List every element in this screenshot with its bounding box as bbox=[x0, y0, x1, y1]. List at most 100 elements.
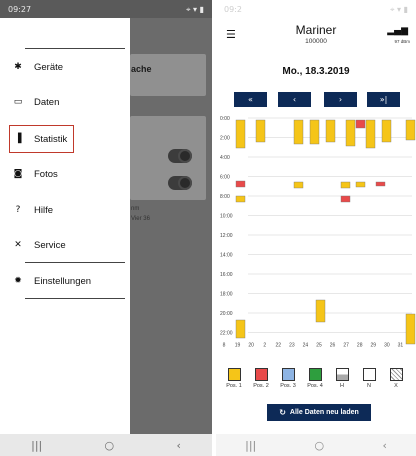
date-label: Mo., 18.3.2019 bbox=[282, 66, 350, 77]
legend-item: Pos. 3 bbox=[276, 368, 300, 389]
camera-icon: ◙ bbox=[13, 169, 23, 179]
day-label: 31 bbox=[398, 343, 404, 349]
status-bar: 09:2 ⌖ ▾ ▮ bbox=[216, 0, 416, 18]
drawer-item-einstellungen[interactable]: ✹ Einstellungen bbox=[10, 270, 91, 292]
left-phone-screen: 09:27 ⌖ ▾ ▮ ache nm Vier 36 ✱ Geräte ▭ D… bbox=[0, 0, 212, 456]
legend-swatch bbox=[362, 368, 376, 381]
time-label: 20:00 bbox=[220, 311, 233, 317]
drawer-item-hilfe[interactable]: ? Hilfe bbox=[10, 199, 53, 221]
time-label: 0:00 bbox=[220, 116, 230, 122]
background-card-title: ache bbox=[131, 64, 152, 74]
schedule-bar bbox=[293, 119, 304, 145]
day-label: 25 bbox=[316, 343, 322, 349]
background-card bbox=[130, 54, 206, 96]
time-label: 8:00 bbox=[220, 194, 230, 200]
drawer-item-statistik[interactable]: ▐ Statistik bbox=[8, 125, 75, 153]
legend-item: N bbox=[357, 368, 381, 389]
legend-swatch bbox=[335, 368, 349, 381]
schedule-bar bbox=[235, 119, 246, 149]
home-button[interactable]: ○ bbox=[315, 439, 325, 452]
tools-icon: ✕ bbox=[14, 240, 22, 250]
folder-icon: ▭ bbox=[13, 97, 23, 107]
signal-icon: ▂▄▆ bbox=[387, 26, 408, 36]
schedule-bar bbox=[355, 119, 366, 129]
background-text-2: Vier 36 bbox=[131, 216, 150, 222]
schedule-bar bbox=[340, 195, 351, 203]
time-label: 6:00 bbox=[220, 175, 230, 181]
legend-item: Pos. 4 bbox=[303, 368, 327, 389]
previous-button[interactable]: ‹ bbox=[278, 92, 311, 107]
day-label: 27 bbox=[343, 343, 349, 349]
right-phone-screen: 09:2 ⌖ ▾ ▮ ☰ Mariner 100000 ▂▄▆ 97 dBm M… bbox=[216, 0, 416, 456]
legend-item: Pos. 1 bbox=[222, 368, 246, 389]
schedule-bar bbox=[235, 319, 246, 339]
home-button[interactable]: ○ bbox=[105, 439, 115, 452]
status-icons: ⌖ ▾ ▮ bbox=[185, 5, 204, 14]
schedule-bar bbox=[405, 313, 416, 345]
time-label: 10:00 bbox=[220, 214, 233, 220]
background-toggle-1 bbox=[168, 149, 192, 163]
legend-label: Pos. 3 bbox=[280, 383, 296, 389]
navigation-drawer: ✱ Geräte ▭ Daten ▐ Statistik ◙ Fotos ? H… bbox=[0, 18, 130, 434]
last-button[interactable]: »| bbox=[367, 92, 400, 107]
day-label: 20 bbox=[248, 343, 254, 349]
schedule-bar bbox=[235, 195, 246, 203]
drawer-item-label: Geräte bbox=[34, 61, 64, 73]
recents-button[interactable]: ||| bbox=[31, 439, 42, 452]
day-label: 30 bbox=[384, 343, 390, 349]
recents-button[interactable]: ||| bbox=[245, 439, 256, 452]
status-time: 09:2 bbox=[224, 5, 242, 14]
schedule-bar bbox=[340, 181, 351, 189]
drawer-divider bbox=[25, 48, 125, 49]
schedule-bar bbox=[293, 181, 304, 189]
time-label: 22:00 bbox=[220, 331, 233, 337]
drawer-divider bbox=[25, 298, 125, 299]
background-text-1: nm bbox=[131, 206, 140, 212]
legend-label: H bbox=[340, 383, 344, 389]
day-label: 22 bbox=[276, 343, 282, 349]
reload-label: Alle Daten neu laden bbox=[289, 409, 359, 416]
day-label: 19 bbox=[235, 343, 241, 349]
legend-item: Pos. 2 bbox=[249, 368, 273, 389]
background-toggle-2 bbox=[168, 176, 192, 190]
signal-label: 97 dBm bbox=[394, 39, 410, 44]
legend-label: Pos. 2 bbox=[253, 383, 269, 389]
status-icons: ⌖ ▾ ▮ bbox=[389, 5, 408, 14]
next-button[interactable]: › bbox=[324, 92, 357, 107]
legend-swatch bbox=[308, 368, 322, 381]
schedule-bar bbox=[365, 119, 376, 149]
legend-label: N bbox=[367, 383, 371, 389]
reload-button[interactable]: ↻ Alle Daten neu laden bbox=[267, 404, 371, 421]
drawer-item-label: Fotos bbox=[34, 168, 58, 180]
drawer-item-geraete[interactable]: ✱ Geräte bbox=[10, 56, 63, 78]
back-button[interactable]: ‹ bbox=[382, 439, 386, 452]
first-button[interactable]: « bbox=[234, 92, 267, 107]
refresh-icon: ↻ bbox=[279, 408, 286, 417]
drawer-item-label: Einstellungen bbox=[34, 275, 92, 287]
time-label: 16:00 bbox=[220, 272, 233, 278]
legend-swatch bbox=[281, 368, 295, 381]
schedule-bar bbox=[405, 119, 416, 141]
page-subtitle: 100000 bbox=[305, 38, 327, 45]
time-label: 18:00 bbox=[220, 292, 233, 298]
schedule-bar bbox=[255, 119, 266, 143]
schedule-bar bbox=[315, 299, 326, 323]
day-label: 29 bbox=[371, 343, 377, 349]
status-time: 09:27 bbox=[8, 5, 32, 14]
legend-label: Pos. 4 bbox=[307, 383, 323, 389]
page-title: Mariner bbox=[295, 23, 337, 37]
bar-chart-icon: ▐ bbox=[14, 134, 22, 144]
schedule-bar bbox=[345, 119, 356, 147]
drawer-item-service[interactable]: ✕ Service bbox=[10, 234, 66, 256]
back-button[interactable]: ‹ bbox=[176, 439, 180, 452]
drawer-item-fotos[interactable]: ◙ Fotos bbox=[10, 163, 58, 185]
system-navbar: ||| ○ ‹ bbox=[216, 434, 416, 456]
drawer-item-daten[interactable]: ▭ Daten bbox=[10, 91, 60, 113]
legend-swatch bbox=[227, 368, 241, 381]
schedule-bar bbox=[235, 180, 246, 188]
schedule-chart: 0:00 2:00 4:00 6:00 8:00 10:00 12:00 14:00 16:00… bbox=[220, 116, 416, 349]
schedule-bar bbox=[381, 119, 392, 143]
drawer-item-label: Service bbox=[34, 239, 66, 251]
legend-item: X bbox=[384, 368, 408, 389]
bluetooth-icon: ✱ bbox=[14, 62, 22, 72]
